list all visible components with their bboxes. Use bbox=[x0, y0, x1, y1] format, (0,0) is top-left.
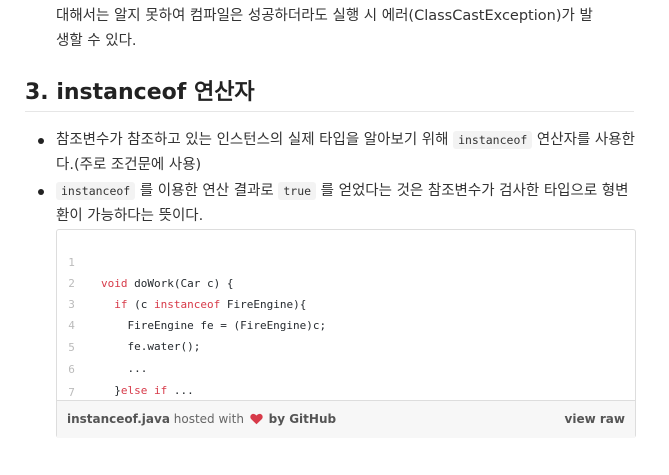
gist-meta: instanceof.java hosted with by GitHub bbox=[67, 412, 336, 428]
bullet-dot-icon bbox=[38, 189, 44, 195]
gist-footer: instanceof.java hosted with by GitHub vi… bbox=[57, 400, 635, 438]
inline-code: true bbox=[278, 182, 317, 200]
blog-page: 대해서는 알지 못하여 컴파일은 성공하더라도 실행 시 에러(ClassCas… bbox=[0, 0, 669, 475]
view-raw-link[interactable]: view raw bbox=[565, 412, 625, 426]
code-line: 4 fe.water(); bbox=[57, 294, 635, 353]
intro-line-2: 생할 수 있다. bbox=[56, 33, 137, 49]
code-block: 1 void doWork(Car c) { 2 if (c instanceo… bbox=[57, 230, 635, 420]
code-line: 2 if (c instanceof FireEngine){ bbox=[57, 252, 635, 311]
hosted-with-text: hosted with bbox=[173, 412, 244, 426]
code-text: }else if ... bbox=[101, 384, 194, 397]
list-item: instanceof 를 이용한 연산 결과로 true 를 얻었다는 것은 참… bbox=[38, 179, 638, 229]
gist-file-link[interactable]: instanceof.java bbox=[67, 412, 170, 426]
list-item: 참조변수가 참조하고 있는 인스턴스의 실제 타입을 알아보기 위해 insta… bbox=[38, 128, 638, 178]
gist-embed: 1 void doWork(Car c) { 2 if (c instanceo… bbox=[56, 229, 636, 438]
section-heading: 3. instanceof 연산자 bbox=[25, 80, 255, 105]
intro-line-1: 대해서는 알지 못하여 컴파일은 성공하더라도 실행 시 에러(ClassCas… bbox=[56, 8, 593, 24]
code-line: 7 } bbox=[57, 361, 635, 420]
code-line: 5 ... bbox=[57, 316, 635, 375]
bullet-text: 를 이용한 연산 결과로 bbox=[135, 183, 279, 199]
inline-code: instanceof bbox=[453, 131, 533, 149]
heart-icon bbox=[250, 413, 263, 428]
code-line: 6 }else if ... bbox=[57, 338, 635, 397]
intro-paragraph: 대해서는 알지 못하여 컴파일은 성공하더라도 실행 시 에러(ClassCas… bbox=[56, 4, 646, 54]
code-line: 1 void doWork(Car c) { bbox=[57, 231, 635, 290]
bullet-list: 참조변수가 참조하고 있는 인스턴스의 실제 타입을 알아보기 위해 insta… bbox=[38, 128, 638, 230]
code-line: 3 FireEngine fe = (FireEngine)c; bbox=[57, 273, 635, 332]
bullet-text: 참조변수가 참조하고 있는 인스턴스의 실제 타입을 알아보기 위해 bbox=[56, 132, 454, 148]
bullet-dot-icon bbox=[38, 138, 44, 144]
inline-code: instanceof bbox=[56, 182, 136, 200]
github-link[interactable]: by GitHub bbox=[269, 412, 336, 426]
heading-divider bbox=[25, 111, 634, 112]
